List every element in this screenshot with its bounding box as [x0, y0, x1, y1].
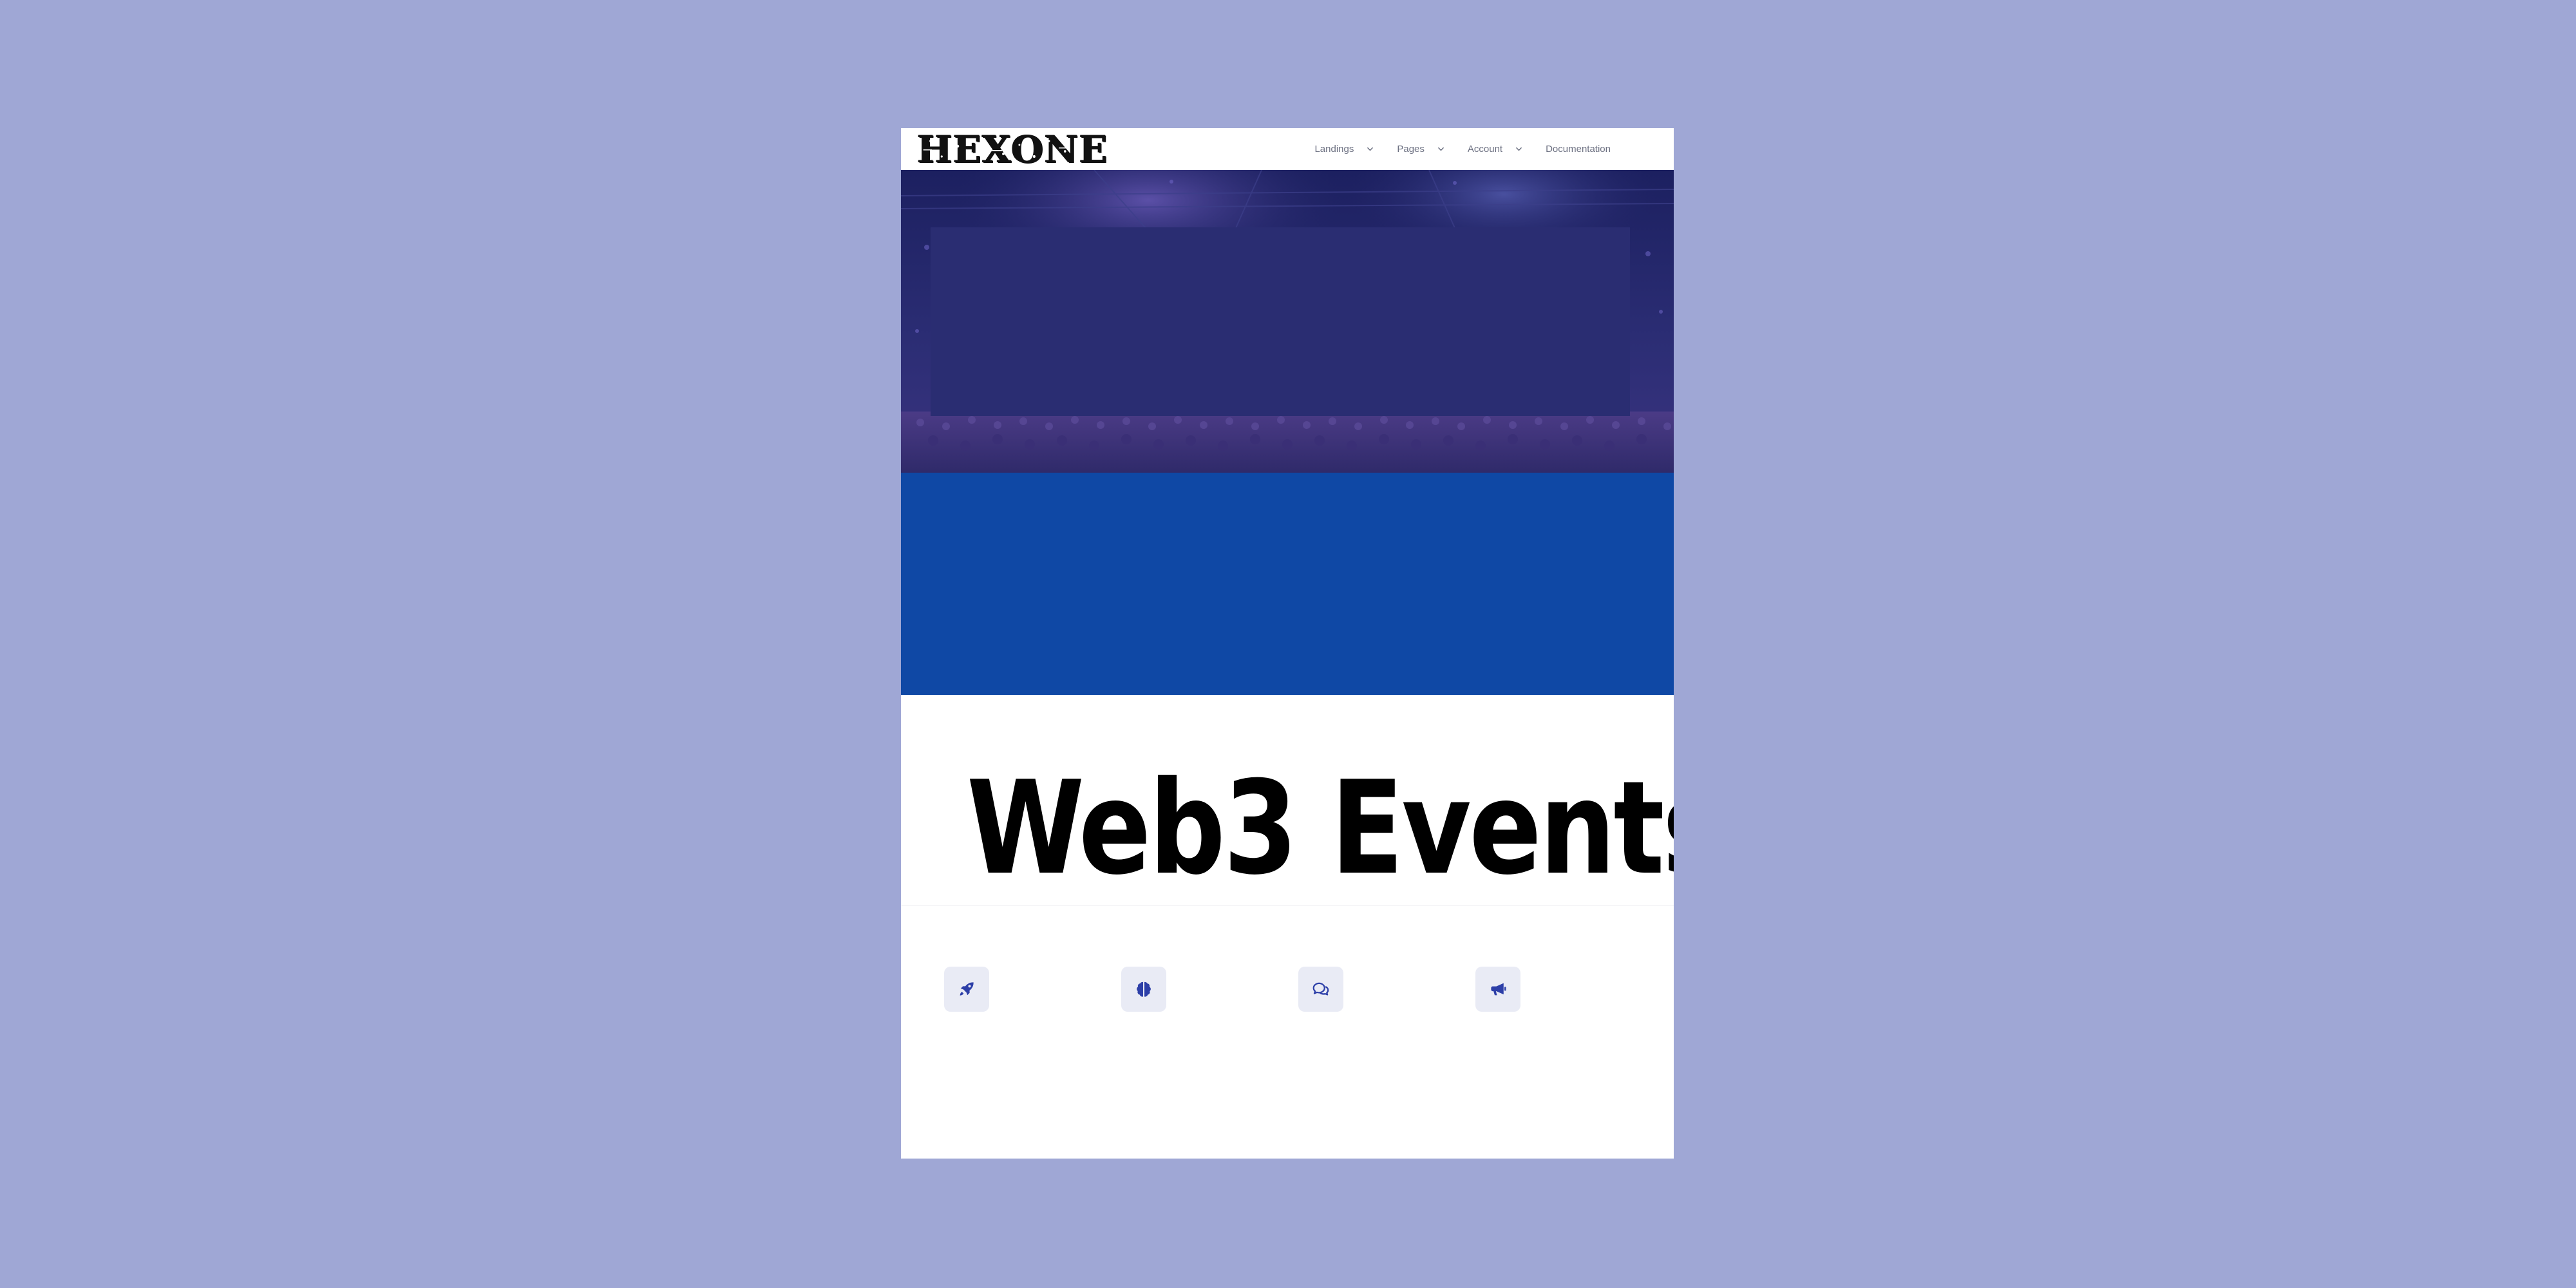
- chat-bubbles-icon: [1312, 982, 1329, 996]
- nav-item-documentation[interactable]: Documentation: [1546, 144, 1611, 155]
- nav-item-label: Documentation: [1546, 144, 1611, 155]
- page-container: HEXONE Landings Pages Account Documentat…: [901, 128, 1674, 1159]
- features-row: [901, 965, 1674, 1017]
- feature-megaphone: [1475, 967, 1520, 1012]
- page-title: Web3 Events: [967, 753, 1674, 904]
- blue-section: [901, 473, 1674, 695]
- logo[interactable]: HEXONE: [917, 128, 1108, 171]
- megaphone-icon: [1491, 983, 1506, 996]
- nav-item-pages[interactable]: Pages: [1397, 144, 1444, 155]
- feature-rocket: [944, 967, 989, 1012]
- feature-brain: [1121, 967, 1166, 1012]
- navbar: HEXONE Landings Pages Account Documentat…: [901, 128, 1674, 170]
- chevron-down-icon: [1516, 147, 1522, 151]
- section-divider: [901, 905, 1674, 906]
- nav-menu: Landings Pages Account Documentation: [1314, 128, 1611, 170]
- chevron-down-icon: [1437, 147, 1444, 151]
- nav-item-label: Account: [1467, 144, 1503, 155]
- rocket-icon: [960, 982, 974, 996]
- nav-item-label: Pages: [1397, 144, 1425, 155]
- hero-image: [901, 170, 1674, 473]
- chevron-down-icon: [1367, 147, 1374, 151]
- feature-chat: [1298, 967, 1343, 1012]
- nav-item-label: Landings: [1314, 144, 1354, 155]
- title-section: Web3 Events: [901, 695, 1674, 905]
- hero-overlay-panel: [931, 227, 1630, 416]
- brain-icon: [1137, 981, 1151, 997]
- nav-item-account[interactable]: Account: [1468, 144, 1522, 155]
- logo-text: HEXONE: [917, 128, 1108, 171]
- nav-item-landings[interactable]: Landings: [1314, 144, 1374, 155]
